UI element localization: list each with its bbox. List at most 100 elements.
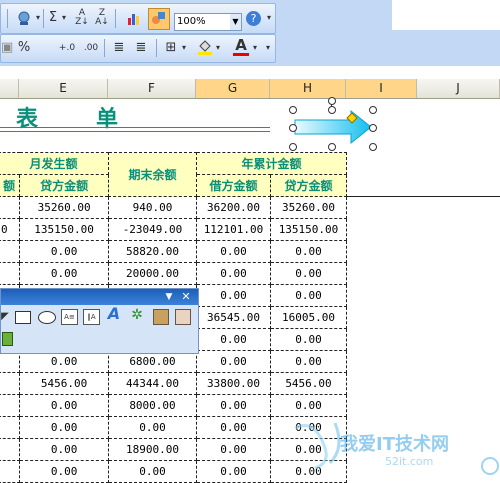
table-cell[interactable]: 0.00 [196,240,271,263]
sort-ascending-icon[interactable]: A Z↓ [73,9,91,27]
table-cell[interactable] [0,394,21,417]
table-cell[interactable]: -23049.00 [108,218,197,241]
resize-handle[interactable] [369,106,377,114]
table-cell[interactable]: 5456.00 [270,372,347,395]
oval-icon[interactable] [38,311,56,324]
table-cell[interactable]: 0.00 [270,240,347,263]
percent-style-icon[interactable]: % [17,40,31,56]
table-cell[interactable]: 18900.00 [108,438,197,461]
table-cell[interactable]: 135150.00 [270,218,347,241]
table-cell[interactable]: 0.00 [108,460,197,483]
table-cell[interactable]: 0.00 [19,438,109,461]
table-cell[interactable]: 0.00 [270,284,347,307]
column-header-d-partial[interactable] [0,79,19,98]
resize-handle[interactable] [289,143,297,151]
table-cell[interactable]: 36200.00 [196,196,271,219]
resize-handle[interactable] [328,143,336,151]
table-cell[interactable]: 0.00 [270,262,347,285]
column-header-f[interactable]: F [108,79,196,98]
dropdown-arrow-icon[interactable]: ▾ [34,10,42,26]
fill-color-icon[interactable] [197,38,213,61]
table-cell[interactable]: 0.00 [196,262,271,285]
currency-style-icon[interactable]: ▣ [1,40,13,56]
sum-icon[interactable]: Σ [47,10,59,26]
chevron-down-icon[interactable]: ▼ [230,13,242,31]
table-cell[interactable] [0,262,21,285]
table-cell[interactable]: 0.00 [19,240,109,263]
rotate-handle[interactable] [328,97,336,105]
clipart-icon[interactable] [153,309,169,325]
resize-handle[interactable] [289,106,297,114]
table-cell[interactable]: 33800.00 [196,372,271,395]
table-cell[interactable]: 940.00 [108,196,197,219]
font-color-icon[interactable]: A [233,37,249,56]
table-cell[interactable]: 0.00 [270,328,347,351]
decrease-decimal-icon[interactable]: .00 [81,40,101,56]
toolbar-options-icon[interactable]: ▾ [265,10,273,26]
vertical-textbox-icon[interactable]: ‖A [83,309,100,325]
table-cell[interactable]: 0.00 [108,416,197,439]
table-cell[interactable]: 44344.00 [108,372,197,395]
table-cell[interactable]: 20000.00 [108,262,197,285]
table-cell[interactable]: 0.00 [19,262,109,285]
table-cell[interactable]: 5456.00 [19,372,109,395]
table-cell[interactable]: 0.00 [19,460,109,483]
column-header-i[interactable]: I [346,79,417,98]
table-cell[interactable]: 112101.00 [196,218,271,241]
table-cell[interactable]: 0.00 [19,394,109,417]
table-cell[interactable]: 0.00 [196,350,271,373]
column-header-g[interactable]: G [196,79,270,98]
table-cell[interactable]: 0.00 [196,328,271,351]
chevron-down-icon[interactable]: ▼ [163,289,175,305]
table-cell[interactable]: 0 [0,218,21,241]
dropdown-arrow-icon[interactable]: ▾ [180,40,188,56]
arrow-shape[interactable] [291,108,375,148]
table-cell[interactable]: 0.00 [270,350,347,373]
arrow-pointer-icon[interactable]: ◤ [1,309,9,325]
table-cell[interactable] [0,196,21,219]
resize-handle[interactable] [328,106,336,114]
table-cell[interactable]: 0.00 [196,284,271,307]
dropdown-arrow-icon[interactable]: ▾ [214,40,222,56]
column-header-e[interactable]: E [19,79,108,98]
table-cell[interactable]: 0.00 [196,394,271,417]
toolbar-options-icon[interactable]: ▾ [264,40,272,56]
chart-wizard-icon[interactable] [125,10,143,31]
column-header-h[interactable]: H [270,79,346,98]
resize-handle[interactable] [369,124,377,132]
research-icon[interactable] [15,10,33,31]
table-cell[interactable]: 0.00 [196,416,271,439]
table-cell[interactable]: 8000.00 [108,394,197,417]
picture-icon[interactable] [175,309,191,325]
zoom-select[interactable]: 100% [174,13,234,31]
textbox-icon[interactable]: A≡ [61,309,78,325]
table-cell[interactable]: 0.00 [196,460,271,483]
help-icon[interactable]: ? [246,11,261,26]
dropdown-arrow-icon[interactable]: ▾ [60,10,68,26]
decrease-indent-icon[interactable]: ≣ [111,40,127,56]
table-cell[interactable] [0,416,21,439]
increase-indent-icon[interactable]: ≣ [133,40,149,56]
table-cell[interactable] [0,460,21,483]
close-icon[interactable]: ✕ [179,289,193,305]
table-cell[interactable]: 16005.00 [270,306,347,329]
column-header-j[interactable]: J [417,79,500,98]
borders-icon[interactable]: ⊞ [163,40,179,56]
table-cell[interactable] [0,438,21,461]
table-cell[interactable]: 35260.00 [270,196,347,219]
table-cell[interactable] [0,240,21,263]
resize-handle[interactable] [369,143,377,151]
table-cell[interactable]: 58820.00 [108,240,197,263]
table-cell[interactable] [0,372,21,395]
table-cell[interactable]: 36545.00 [196,306,271,329]
sort-descending-icon[interactable]: Z A↓ [93,9,111,27]
table-cell[interactable]: 35260.00 [19,196,109,219]
dropdown-arrow-icon[interactable]: ▾ [251,40,259,56]
diagram-icon[interactable]: ✲ [129,307,145,323]
resize-handle[interactable] [289,124,297,132]
rectangle-icon[interactable] [15,311,31,324]
table-cell[interactable]: 135150.00 [19,218,109,241]
increase-decimal-icon[interactable]: +.0 [57,40,77,56]
table-cell[interactable]: 0.00 [19,416,109,439]
table-cell[interactable]: 0.00 [196,438,271,461]
